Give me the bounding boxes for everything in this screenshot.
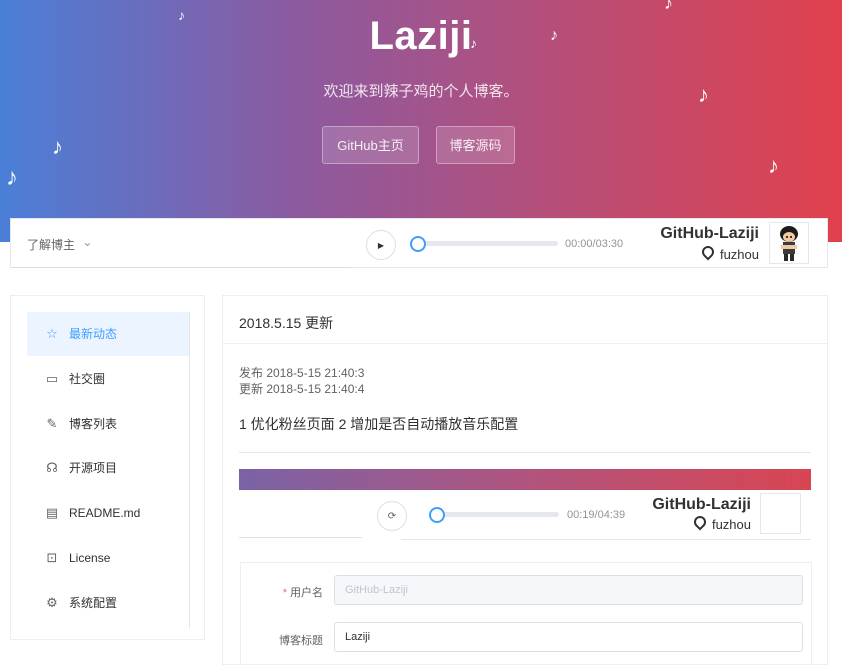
edit-icon: ✎ — [46, 416, 58, 431]
site-subtitle: 欢迎来到辣子鸡的个人博客。 — [323, 83, 519, 100]
site-title: Laziji — [369, 14, 473, 58]
headset-icon: ☊ — [46, 460, 58, 475]
sidebar-item-readme[interactable]: ▤ README.md — [27, 491, 189, 535]
sidebar-item-label: 最新动态 — [69, 327, 118, 341]
blog-title-label: 博客标题 — [279, 635, 323, 647]
sidebar-item-license[interactable]: ⊡ License — [27, 536, 189, 580]
tablet-icon: ▭ — [45, 371, 59, 386]
location: fuzhou — [699, 243, 759, 262]
sidebar-item-social[interactable]: ▭ 社交圈 — [27, 357, 189, 401]
github-username[interactable]: GitHub-Laziji — [660, 225, 759, 243]
username-input[interactable] — [334, 575, 803, 605]
license-icon: ⊡ — [46, 550, 58, 565]
location-pin-icon — [691, 513, 709, 531]
refresh-icon: ⟳ — [387, 510, 397, 522]
github-home-button[interactable]: GitHub主页 — [322, 126, 419, 164]
sidebar-item-label: 社交圈 — [69, 372, 106, 386]
required-mark: * — [282, 587, 287, 599]
progress-knob[interactable] — [410, 236, 426, 252]
preview-location: fuzhou — [691, 513, 751, 532]
hero-banner: ♪ ♪ ♪ ♪ ♪ ♪ ♪ ♪ ♪ Laziji 欢迎来到辣子鸡的个人博客。 G… — [0, 0, 842, 242]
sidebar: ☆ 最新动态 ▭ 社交圈 ✎ 博客列表 ☊ 开源项目 ▤ README.md ⊡… — [10, 295, 205, 640]
star-icon: ☆ — [46, 326, 58, 341]
avatar[interactable] — [769, 222, 809, 264]
chevron-down-icon: ⌄ — [82, 235, 93, 249]
sidebar-menu: ☆ 最新动态 ▭ 社交圈 ✎ 博客列表 ☊ 开源项目 ▤ README.md ⊡… — [27, 312, 190, 628]
gear-icon: ⚙ — [46, 595, 58, 610]
config-form: *用户名 博客标题 — [240, 562, 812, 664]
post-published-date: 发布 2018-5-15 21:40:3 — [239, 366, 365, 380]
sidebar-item-open-source[interactable]: ☊ 开源项目 — [27, 446, 189, 490]
playback-time: 00:00/03:30 — [565, 238, 624, 250]
sidebar-item-latest[interactable]: ☆ 最新动态 — [27, 312, 189, 356]
sidebar-item-label: 系统配置 — [69, 596, 118, 610]
dropdown-underline — [11, 267, 351, 268]
sidebar-item-settings[interactable]: ⚙ 系统配置 — [27, 581, 189, 625]
blog-source-button[interactable]: 博客源码 — [436, 126, 515, 164]
music-player-bar: 了解博主 ⌄ ▶ 00:00/03:30 GitHub-Laziji fuzho… — [10, 218, 828, 268]
music-note-icon: ♪ — [664, 0, 673, 13]
post-divider — [239, 452, 811, 453]
sidebar-item-label: 博客列表 — [69, 417, 118, 431]
sidebar-item-blog-list[interactable]: ✎ 博客列表 — [27, 402, 189, 446]
blog-title-input[interactable] — [334, 622, 803, 652]
play-button[interactable]: ▶ — [366, 230, 396, 260]
location-pin-icon — [699, 243, 717, 261]
location-text: fuzhou — [719, 247, 759, 262]
preview-divider — [401, 539, 811, 540]
sidebar-item-label: 开源项目 — [69, 461, 118, 475]
preview-dropdown-underline — [239, 537, 362, 538]
music-note-icon: ♪ — [0, 100, 1, 114]
sidebar-item-label: README.md — [69, 506, 141, 520]
about-author-dropdown[interactable]: 了解博主 ⌄ — [27, 235, 93, 253]
post-updated-date: 更新 2018-5-15 21:40:4 — [239, 382, 365, 396]
document-icon: ▤ — [45, 505, 59, 520]
progress-slider[interactable] — [410, 236, 558, 252]
music-note-icon: ♪ — [6, 164, 18, 191]
preview-banner — [239, 469, 811, 490]
post-title: 2018.5.15 更新 — [239, 315, 334, 331]
play-icon: ▶ — [377, 240, 385, 250]
post-body: 1 优化粉丝页面 2 增加是否自动播放音乐配置 — [239, 416, 519, 432]
loop-button[interactable]: ⟳ — [377, 501, 407, 531]
preview-progress-knob[interactable] — [429, 507, 445, 523]
about-author-label: 了解博主 — [27, 238, 76, 252]
music-note-icon: ♪ — [52, 134, 63, 159]
preview-avatar — [760, 493, 801, 534]
avatar-image — [780, 226, 798, 261]
username-label: * 用户名 — [282, 587, 323, 599]
preview-playback-time: 00:19/04:39 — [567, 509, 626, 521]
location-text: fuzhou — [711, 517, 751, 532]
post-card: 2018.5.15 更新 发布 2018-5-15 21:40:3 更新 201… — [222, 295, 828, 665]
music-note-icon: ♪ — [768, 153, 779, 178]
preview-progress-slider[interactable] — [429, 507, 559, 523]
sidebar-item-label: License — [69, 551, 111, 565]
preview-github-username: GitHub-Laziji — [652, 496, 751, 513]
card-header-divider — [223, 343, 827, 344]
